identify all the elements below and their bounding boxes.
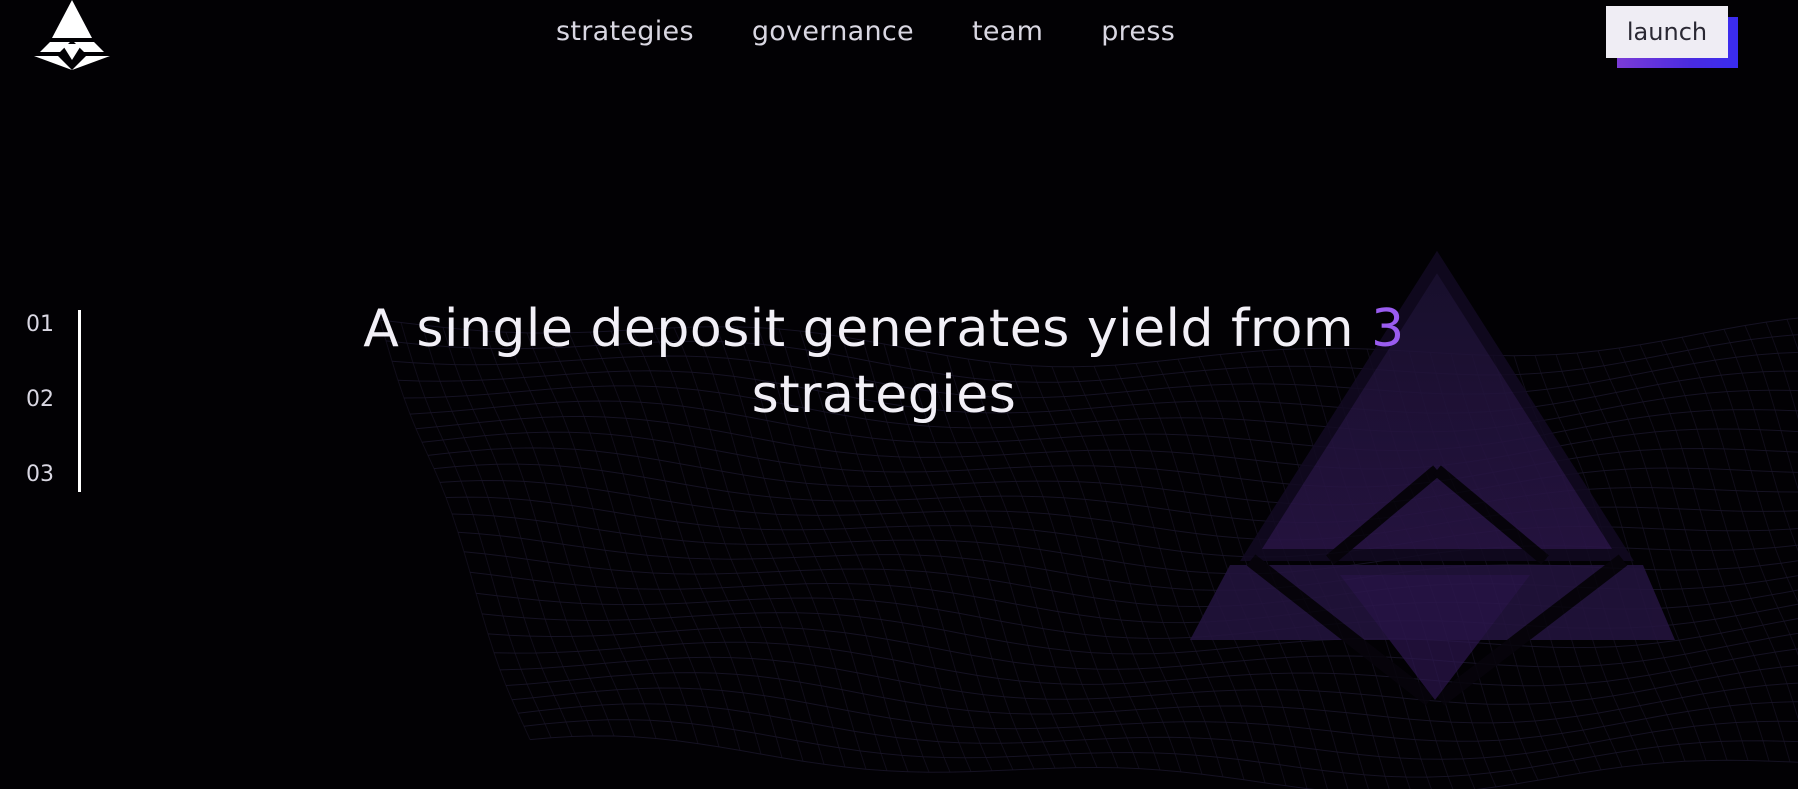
step-03[interactable]: 03 xyxy=(26,462,54,488)
hero-text-after: strategies xyxy=(751,365,1017,425)
nav-link-press[interactable]: press xyxy=(1101,12,1175,52)
logo-icon[interactable] xyxy=(30,0,114,72)
step-progress-bar xyxy=(78,310,81,492)
step-indicator: 01 02 03 xyxy=(26,306,86,492)
nav-link-team[interactable]: team xyxy=(972,12,1043,52)
nav-link-strategies[interactable]: strategies xyxy=(556,12,694,52)
hero-strategy-count: 3 xyxy=(1371,299,1405,359)
step-02[interactable]: 02 xyxy=(26,387,54,413)
hero-text-before: A single deposit generates yield from xyxy=(363,299,1355,359)
launch-button-group: launch xyxy=(1606,6,1738,70)
step-01[interactable]: 01 xyxy=(26,312,54,338)
launch-button[interactable]: launch xyxy=(1606,6,1728,58)
top-navigation: strategies governance team press xyxy=(556,12,1175,52)
hero-section: strategies governance team press launch … xyxy=(0,0,1798,789)
nav-link-governance[interactable]: governance xyxy=(752,12,914,52)
hero-headline: A single deposit generates yield from 3 … xyxy=(300,296,1468,428)
